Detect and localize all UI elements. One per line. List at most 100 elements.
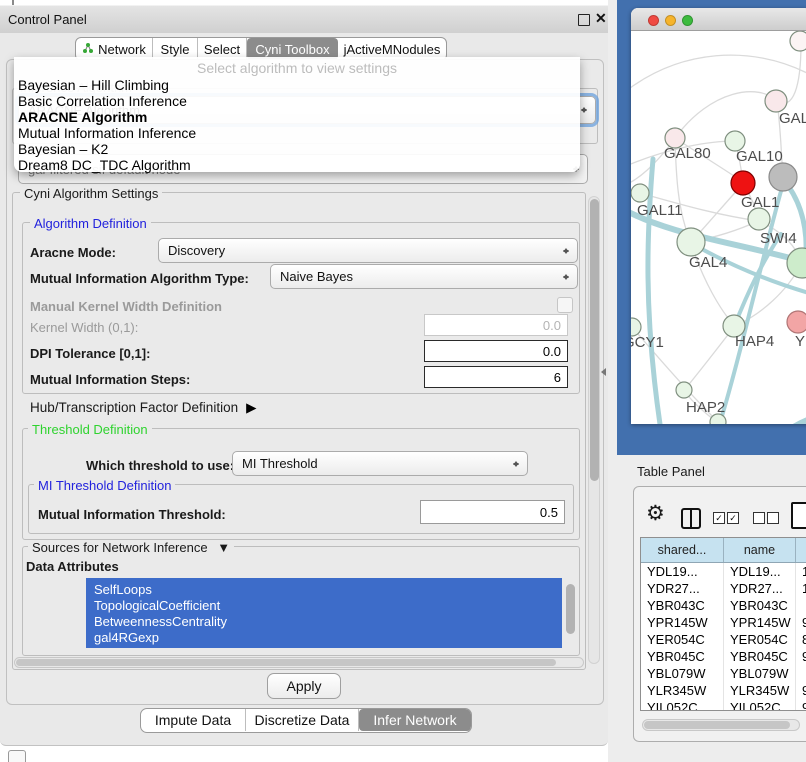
network-graph[interactable]: GALGAL80GAL10GAL1GAL11GAL4SWI4GCY1HAP4YH… [631, 31, 806, 424]
aracne-mode-value: Discovery [168, 243, 225, 258]
algorithm-option[interactable]: Basic Correlation Inference [14, 93, 580, 109]
stepper-icon [580, 104, 588, 116]
data-attribute-item[interactable]: BetweennessCentrality [86, 614, 562, 630]
threshold-definition-title: Threshold Definition [28, 422, 152, 437]
sources-title-text: Sources for Network Inference [32, 540, 208, 555]
table-hscrollbar-thumb[interactable] [644, 721, 790, 729]
network-edge[interactable] [685, 327, 734, 389]
node-label: GAL10 [736, 148, 783, 165]
clipped-minimized-window-icon[interactable] [8, 750, 26, 762]
tab-label: Select [204, 42, 240, 57]
table-row[interactable]: YBR045CYBR045C9. [641, 648, 806, 665]
tab-impute-data[interactable]: Impute Data [141, 709, 246, 731]
apply-button[interactable]: Apply [267, 673, 341, 699]
zoom-traffic-light-icon[interactable] [682, 15, 693, 26]
table-cell: YDL19... [641, 563, 724, 580]
table-cell: YBR043C [724, 597, 796, 614]
stepper-icon [562, 245, 570, 257]
table-row[interactable]: YBL079WYBL079W [641, 665, 806, 682]
tab-discretize-data[interactable]: Discretize Data [246, 709, 359, 731]
table-cell: YBL079W [724, 665, 796, 682]
data-attribute-item[interactable]: SelfLoops [86, 582, 562, 598]
network-edge[interactable] [675, 92, 777, 138]
settings-scrollbar-thumb[interactable] [590, 199, 599, 481]
mi-steps-field[interactable] [424, 366, 568, 388]
hub-definition-toggle[interactable]: Hub/Transcription Factor Definition▶ [30, 400, 256, 416]
manual-kernel-checkbox[interactable] [557, 297, 573, 313]
column-manager-icon[interactable] [681, 508, 701, 529]
network-node[interactable] [790, 31, 806, 51]
data-attribute-item[interactable]: gal4RGexp [86, 630, 562, 646]
deselect-all-checkbox-icon[interactable] [753, 512, 765, 524]
dpi-tolerance-field[interactable] [424, 340, 568, 362]
column-header[interactable]: name [724, 538, 796, 562]
table-row[interactable]: YBR043CYBR043C [641, 597, 806, 614]
table-cell: YDR27... [724, 580, 796, 597]
collapse-arrow-icon: ▼ [217, 540, 230, 555]
network-node-gal4[interactable] [677, 228, 705, 256]
network-canvas[interactable]: GALGAL80GAL10GAL1GAL11GAL4SWI4GCY1HAP4YH… [631, 31, 806, 424]
export-table-icon[interactable] [791, 502, 806, 529]
network-node-gal11[interactable] [631, 184, 649, 202]
attributes-scrollbar-thumb[interactable] [566, 584, 575, 634]
network-view-window[interactable]: GALGAL80GAL10GAL1GAL11GAL4SWI4GCY1HAP4YH… [631, 8, 806, 424]
table-row[interactable]: YER054CYER054C8. [641, 631, 806, 648]
mi-threshold-field[interactable] [420, 500, 565, 524]
tab-infer-network[interactable]: Infer Network [359, 709, 471, 731]
network-node[interactable] [748, 208, 770, 230]
algorithm-option[interactable]: ARACNE Algorithm [14, 109, 580, 125]
kernel-width-field[interactable] [424, 314, 568, 336]
table-cell: 8. [796, 631, 806, 648]
mi-threshold-label: Mutual Information Threshold: [38, 507, 226, 522]
algorithm-option[interactable]: Bayesian – Hill Climbing [14, 77, 580, 93]
network-icon [82, 42, 94, 57]
data-attribute-item[interactable]: TopologicalCoefficient [86, 598, 562, 614]
network-node-gal1[interactable] [731, 171, 755, 195]
table-row[interactable]: YLR345WYLR345W9. [641, 682, 806, 699]
mi-type-value: Naive Bayes [280, 269, 353, 284]
network-window-titlebar[interactable] [631, 8, 806, 31]
algorithm-option[interactable]: Bayesian – K2 [14, 141, 580, 157]
close-icon[interactable]: ✕ [595, 10, 607, 27]
network-node-swi4[interactable] [787, 248, 806, 278]
algorithm-popup-hint: Select algorithm to view settings [14, 57, 580, 77]
network-edge-highlighted[interactable] [766, 417, 806, 424]
data-attributes-list[interactable]: SelfLoopsTopologicalCoefficientBetweenne… [86, 578, 562, 648]
column-header[interactable]: shared... [641, 538, 724, 562]
table-row[interactable]: YDL19...YDL19...13 [641, 563, 806, 580]
minimize-traffic-light-icon[interactable] [665, 15, 676, 26]
panel-splitter-arrow-icon[interactable] [597, 368, 606, 376]
algorithm-popup-items: Bayesian – Hill ClimbingBasic Correlatio… [14, 77, 580, 173]
node-label: GAL80 [664, 145, 711, 162]
which-threshold-select[interactable]: MI Threshold [232, 451, 528, 476]
tab-label: Cyni Toolbox [255, 42, 329, 57]
table-cell: YBR045C [724, 648, 796, 665]
table-cell: YLR345W [641, 682, 724, 699]
table-row[interactable]: YDR27...YDR27...12 [641, 580, 806, 597]
sources-group-title[interactable]: Sources for Network Inference ▼ [28, 540, 234, 555]
table-row[interactable]: YIL052CYIL052C9 [641, 699, 806, 711]
deselect-all-checkbox-icon[interactable] [767, 512, 779, 524]
aracne-mode-select[interactable]: Discovery [158, 238, 578, 263]
network-node-hap2[interactable] [676, 382, 692, 398]
table-cell: YBR045C [641, 648, 724, 665]
close-traffic-light-icon[interactable] [648, 15, 659, 26]
network-node-gal[interactable] [765, 90, 787, 112]
algorithm-option[interactable]: Mutual Information Inference [14, 125, 580, 141]
gear-icon[interactable]: ⚙ [646, 501, 665, 526]
node-label: GAL [779, 110, 806, 127]
mi-type-label: Mutual Information Algorithm Type: [30, 271, 249, 286]
algorithm-option[interactable]: Dream8 DC_TDC Algorithm [14, 157, 580, 173]
mi-type-select[interactable]: Naive Bayes [270, 264, 578, 289]
table-row[interactable]: YPR145WYPR145W9. [641, 614, 806, 631]
screen: Control Panel ✕ NetworkStyleSelectCyni T… [0, 0, 806, 762]
network-edge[interactable] [631, 55, 806, 91]
column-header[interactable]: A [796, 538, 806, 562]
float-window-icon[interactable] [578, 14, 590, 26]
algorithm-popup: Select algorithm to view settings Bayesi… [14, 57, 580, 172]
select-all-checkbox-icon[interactable]: ✓ [713, 512, 725, 524]
network-node[interactable] [769, 163, 797, 191]
network-node-y[interactable] [787, 311, 806, 333]
settings-hscrollbar-thumb[interactable] [16, 659, 556, 666]
select-all-checkbox-icon[interactable]: ✓ [727, 512, 739, 524]
